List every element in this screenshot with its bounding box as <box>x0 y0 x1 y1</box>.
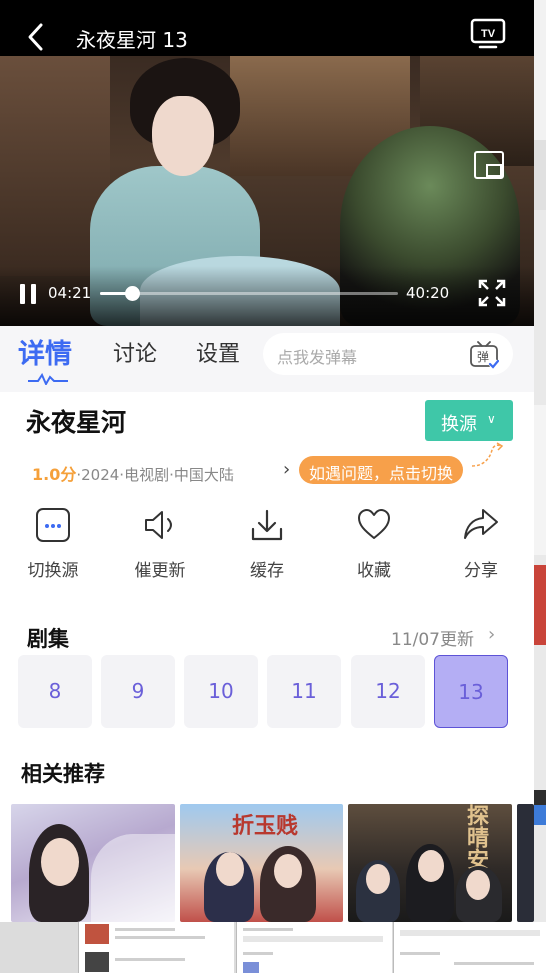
tab-bar: 详情 讨论 设置 点我发弹幕 弹 <box>0 326 534 392</box>
danmu-icon-label: 弹 <box>477 350 489 364</box>
poster-calligraphy: 探晴安 <box>463 804 489 870</box>
episode-item-active[interactable]: 13 <box>434 655 508 728</box>
pause-icon[interactable] <box>18 282 40 306</box>
tip-arrow-icon <box>471 442 504 467</box>
total-time: 40:20 <box>406 284 450 302</box>
episodes-title: 剧集 <box>27 627 69 651</box>
recent-apps-strip <box>0 922 546 973</box>
episode-item[interactable]: 8 <box>18 655 92 728</box>
recommend-poster[interactable]: 折玉贱 <box>180 804 343 922</box>
current-time: 04:21 <box>48 284 92 302</box>
recommend-poster[interactable] <box>517 804 534 922</box>
poster-calligraphy: 折玉贱 <box>232 813 299 839</box>
score: 1.0分 <box>32 465 77 484</box>
active-tab-wave-icon <box>28 373 68 385</box>
chevron-down-icon: ∨ <box>487 412 496 426</box>
switch-source-button[interactable]: 换源 ∨ <box>425 400 513 441</box>
video-frame[interactable]: 04:21 40:20 <box>0 56 534 326</box>
video-player-app: 永夜星河 13 TV 04:21 40:20 详情 讨论 设置 点我发弹幕 弹 … <box>0 0 534 922</box>
episode-item[interactable]: 9 <box>101 655 175 728</box>
recent-app-thumbnail[interactable] <box>78 922 234 973</box>
tab-discussion[interactable]: 讨论 <box>113 336 157 368</box>
episode-item[interactable]: 11 <box>267 655 341 728</box>
tab-settings[interactable]: 设置 <box>196 336 240 368</box>
chevron-right-icon[interactable]: › <box>488 624 495 645</box>
show-meta: 1.0分·2024·电视剧·中国大陆 <box>32 461 234 485</box>
background-app-peek <box>534 0 546 973</box>
action-label: 催更新 <box>134 561 186 581</box>
share-icon <box>464 509 498 539</box>
svg-text:TV: TV <box>481 28 496 40</box>
danmu-toggle-icon[interactable]: 弹 <box>469 340 499 370</box>
recent-app-thumbnail[interactable] <box>236 922 392 973</box>
recent-app-thumbnail[interactable] <box>393 922 546 973</box>
episode-item[interactable]: 10 <box>184 655 258 728</box>
action-label: 切换源 <box>27 561 79 581</box>
top-bar: 永夜星河 13 TV <box>0 0 534 56</box>
action-row: 切换源 催更新 缓存 收藏 分享 <box>0 505 534 585</box>
episode-title: 永夜星河 13 <box>76 28 188 52</box>
recommend-poster[interactable]: 探晴安 <box>348 804 512 922</box>
progress-bar[interactable] <box>100 286 398 301</box>
recommend-title: 相关推荐 <box>21 762 105 786</box>
urge-update-action[interactable]: 催更新 <box>115 505 205 585</box>
tab-details[interactable]: 详情 <box>18 332 72 371</box>
show-title: 永夜星河 <box>26 408 127 437</box>
share-action[interactable]: 分享 <box>436 505 526 585</box>
tv-cast-icon[interactable]: TV <box>470 16 506 50</box>
action-label: 分享 <box>464 561 498 581</box>
fullscreen-icon[interactable] <box>478 279 506 307</box>
meta-info: ·2024·电视剧·中国大陆 <box>76 466 234 484</box>
episodes-update-text[interactable]: 11/07更新 <box>391 625 474 650</box>
picture-in-picture-icon[interactable] <box>472 148 506 182</box>
action-label: 缓存 <box>250 561 284 581</box>
switch-tip-bubble[interactable]: 如遇问题，点击切换 <box>299 456 464 484</box>
heart-icon <box>358 509 390 539</box>
danmu-input[interactable]: 点我发弹幕 弹 <box>263 333 513 375</box>
switch-source-label: 换源 <box>441 414 477 435</box>
chevron-right-icon[interactable]: › <box>283 459 290 480</box>
speaker-icon <box>145 511 172 539</box>
more-dots-icon <box>36 508 70 542</box>
episode-item[interactable]: 12 <box>351 655 425 728</box>
recommend-poster[interactable] <box>11 804 175 922</box>
cache-action[interactable]: 缓存 <box>222 505 312 585</box>
action-label: 收藏 <box>357 561 391 581</box>
switch-source-action[interactable]: 切换源 <box>8 505 98 585</box>
back-arrow-icon[interactable] <box>22 22 52 52</box>
download-icon <box>251 509 283 541</box>
danmu-placeholder: 点我发弹幕 <box>277 348 358 367</box>
favorite-action[interactable]: 收藏 <box>329 505 419 585</box>
